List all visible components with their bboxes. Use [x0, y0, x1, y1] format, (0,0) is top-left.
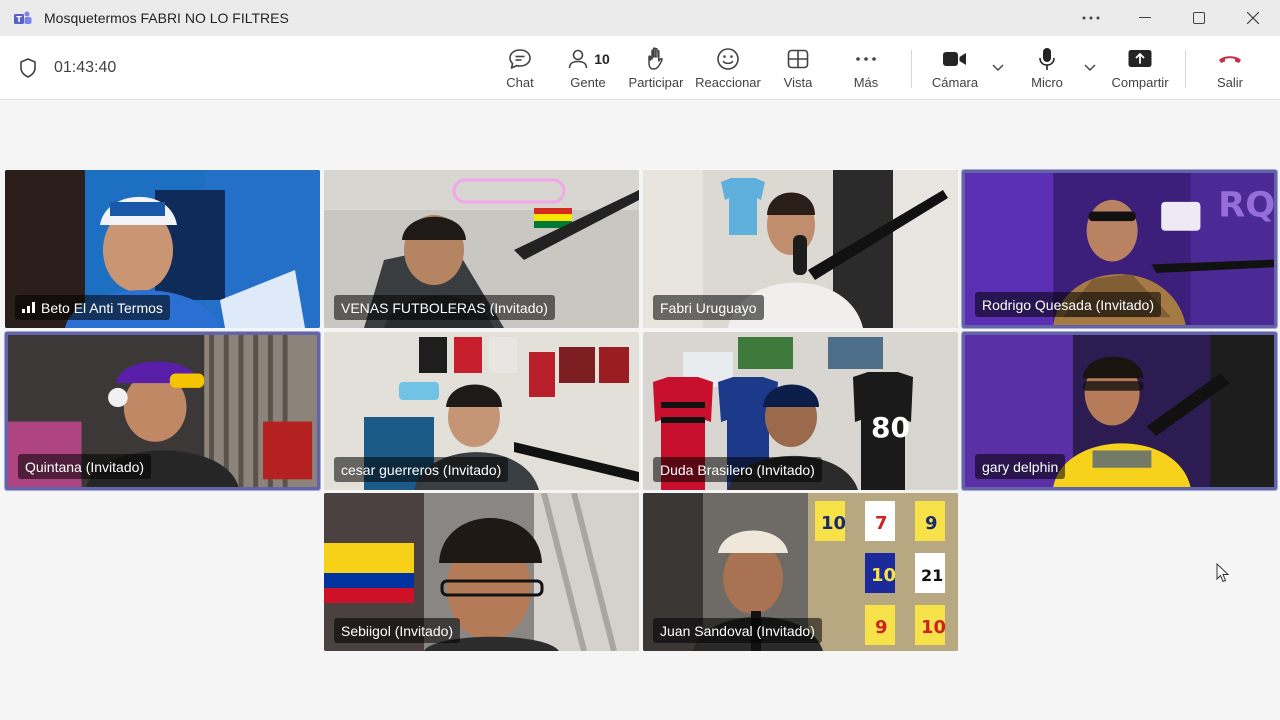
svg-text:RQ: RQ — [1218, 186, 1274, 226]
chat-button[interactable]: Chat — [503, 46, 537, 94]
mic-button[interactable]: Micro — [1028, 46, 1066, 94]
svg-text:T: T — [16, 15, 22, 24]
participant-tile[interactable]: VENAS FUTBOLERAS (Invitado) — [324, 170, 639, 328]
participant-name: VENAS FUTBOLERAS (Invitado) — [341, 299, 548, 316]
camera-label: Cámara — [931, 75, 979, 90]
svg-text:10: 10 — [821, 513, 846, 534]
participant-nameplate: Duda Brasilero (Invitado) — [653, 457, 822, 482]
people-label: Gente — [570, 75, 606, 90]
leave-label: Salir — [1216, 75, 1243, 90]
maximize-icon — [1193, 12, 1205, 24]
participant-name: Sebiigol (Invitado) — [341, 622, 454, 639]
maximize-button[interactable] — [1172, 0, 1226, 36]
participant-tile[interactable]: Sebiigol (Invitado) — [324, 493, 639, 651]
participant-tile[interactable]: Fabri Uruguayo — [643, 170, 958, 328]
participant-nameplate: cesar guerreros (Invitado) — [334, 457, 509, 482]
toolbar-divider — [911, 50, 912, 88]
view-button[interactable]: Vista — [781, 46, 815, 94]
meeting-timer: 01:43:40 — [54, 59, 117, 76]
participant-nameplate: VENAS FUTBOLERAS (Invitado) — [334, 295, 555, 320]
participant-nameplate: Quintana (Invitado) — [18, 454, 152, 479]
participant-name: Fabri Uruguayo — [660, 299, 757, 316]
participant-name: Quintana (Invitado) — [25, 458, 145, 475]
minimize-icon — [1139, 17, 1151, 18]
mouse-cursor-icon — [1216, 563, 1230, 583]
participant-name: Duda Brasilero (Invitado) — [660, 461, 815, 478]
hang-up-icon — [1219, 56, 1241, 63]
more-button[interactable]: Más — [851, 46, 881, 94]
participant-name: Beto El Anti Termos — [41, 299, 163, 316]
participant-tile[interactable]: cesar guerreros (Invitado) — [324, 332, 639, 490]
meeting-toolbar: 01:43:40 Chat 10 Gente Participar Reacci… — [0, 36, 1280, 100]
svg-text:9: 9 — [875, 617, 888, 638]
people-count: 10 — [594, 51, 610, 67]
share-label: Compartir — [1111, 75, 1169, 90]
camera-icon — [943, 52, 966, 66]
minimize-button[interactable] — [1118, 0, 1172, 36]
participant-tile-active-speaker[interactable]: Quintana (Invitado) — [5, 332, 320, 490]
share-button[interactable]: Compartir — [1109, 46, 1171, 94]
more-horizontal-icon — [856, 57, 876, 61]
react-button[interactable]: Reaccionar — [695, 46, 761, 94]
signal-strength-icon — [22, 302, 35, 313]
video-stage: Beto El Anti Termos VENAS FUTBOLERAS (In… — [0, 100, 1280, 720]
raise-hand-label: Participar — [628, 75, 684, 90]
title-bar: T Mosquetermos FABRI NO LO FILTRES — [0, 0, 1280, 36]
svg-text:10: 10 — [871, 565, 896, 586]
svg-text:21: 21 — [921, 566, 943, 585]
participant-nameplate: Fabri Uruguayo — [653, 295, 764, 320]
participant-name: Rodrigo Quesada (Invitado) — [982, 296, 1154, 313]
svg-text:9: 9 — [925, 513, 938, 534]
participant-tile[interactable]: 10 7 9 10 21 9 10 Juan Sandoval (Invitad… — [643, 493, 958, 651]
mic-chevron-down-icon[interactable] — [1083, 62, 1097, 72]
camera-button[interactable]: Cámara — [929, 46, 981, 94]
participant-tile[interactable]: Beto El Anti Termos — [5, 170, 320, 328]
share-screen-icon — [1128, 50, 1152, 67]
window-title: Mosquetermos FABRI NO LO FILTRES — [44, 10, 289, 26]
more-label: Más — [853, 75, 879, 90]
close-button[interactable] — [1226, 0, 1280, 36]
svg-text:7: 7 — [875, 513, 888, 534]
participant-name: cesar guerreros (Invitado) — [341, 461, 502, 478]
participant-tile[interactable]: 80 Duda Brasilero (Invitado) — [643, 332, 958, 490]
more-horizontal-icon — [1082, 16, 1100, 20]
chat-label: Chat — [506, 75, 534, 90]
participant-tile-active-speaker[interactable]: gary delphin — [962, 332, 1277, 490]
raise-hand-icon — [648, 47, 663, 70]
participant-nameplate: Juan Sandoval (Invitado) — [653, 618, 822, 643]
view-label: Vista — [783, 75, 813, 90]
participant-tile-active-speaker[interactable]: RQ Rodrigo Quesada (Invitado) — [962, 170, 1277, 328]
participant-name: gary delphin — [982, 458, 1059, 475]
svg-text:10: 10 — [921, 617, 946, 638]
react-label: Reaccionar — [695, 75, 761, 90]
close-icon — [1247, 12, 1259, 24]
leave-button[interactable]: Salir — [1213, 46, 1247, 94]
shield-icon — [20, 58, 36, 78]
teams-icon: T — [13, 8, 33, 28]
participant-name: Juan Sandoval (Invitado) — [660, 622, 815, 639]
participant-nameplate: Beto El Anti Termos — [15, 295, 170, 320]
grid-view-icon — [787, 49, 809, 69]
participant-nameplate: gary delphin — [975, 454, 1066, 479]
window-more-button[interactable] — [1064, 0, 1118, 36]
camera-chevron-down-icon[interactable] — [991, 62, 1005, 72]
mic-label: Micro — [1031, 75, 1063, 90]
people-icon — [568, 49, 588, 69]
microphone-icon — [1039, 48, 1055, 70]
smiley-icon — [717, 48, 739, 70]
svg-text:80: 80 — [871, 411, 910, 444]
raise-hand-button[interactable]: Participar — [627, 46, 685, 94]
chat-icon — [509, 49, 531, 69]
participant-nameplate: Rodrigo Quesada (Invitado) — [975, 292, 1161, 317]
toolbar-divider — [1185, 50, 1186, 88]
people-button[interactable]: 10 Gente — [564, 46, 612, 94]
participant-nameplate: Sebiigol (Invitado) — [334, 618, 461, 643]
